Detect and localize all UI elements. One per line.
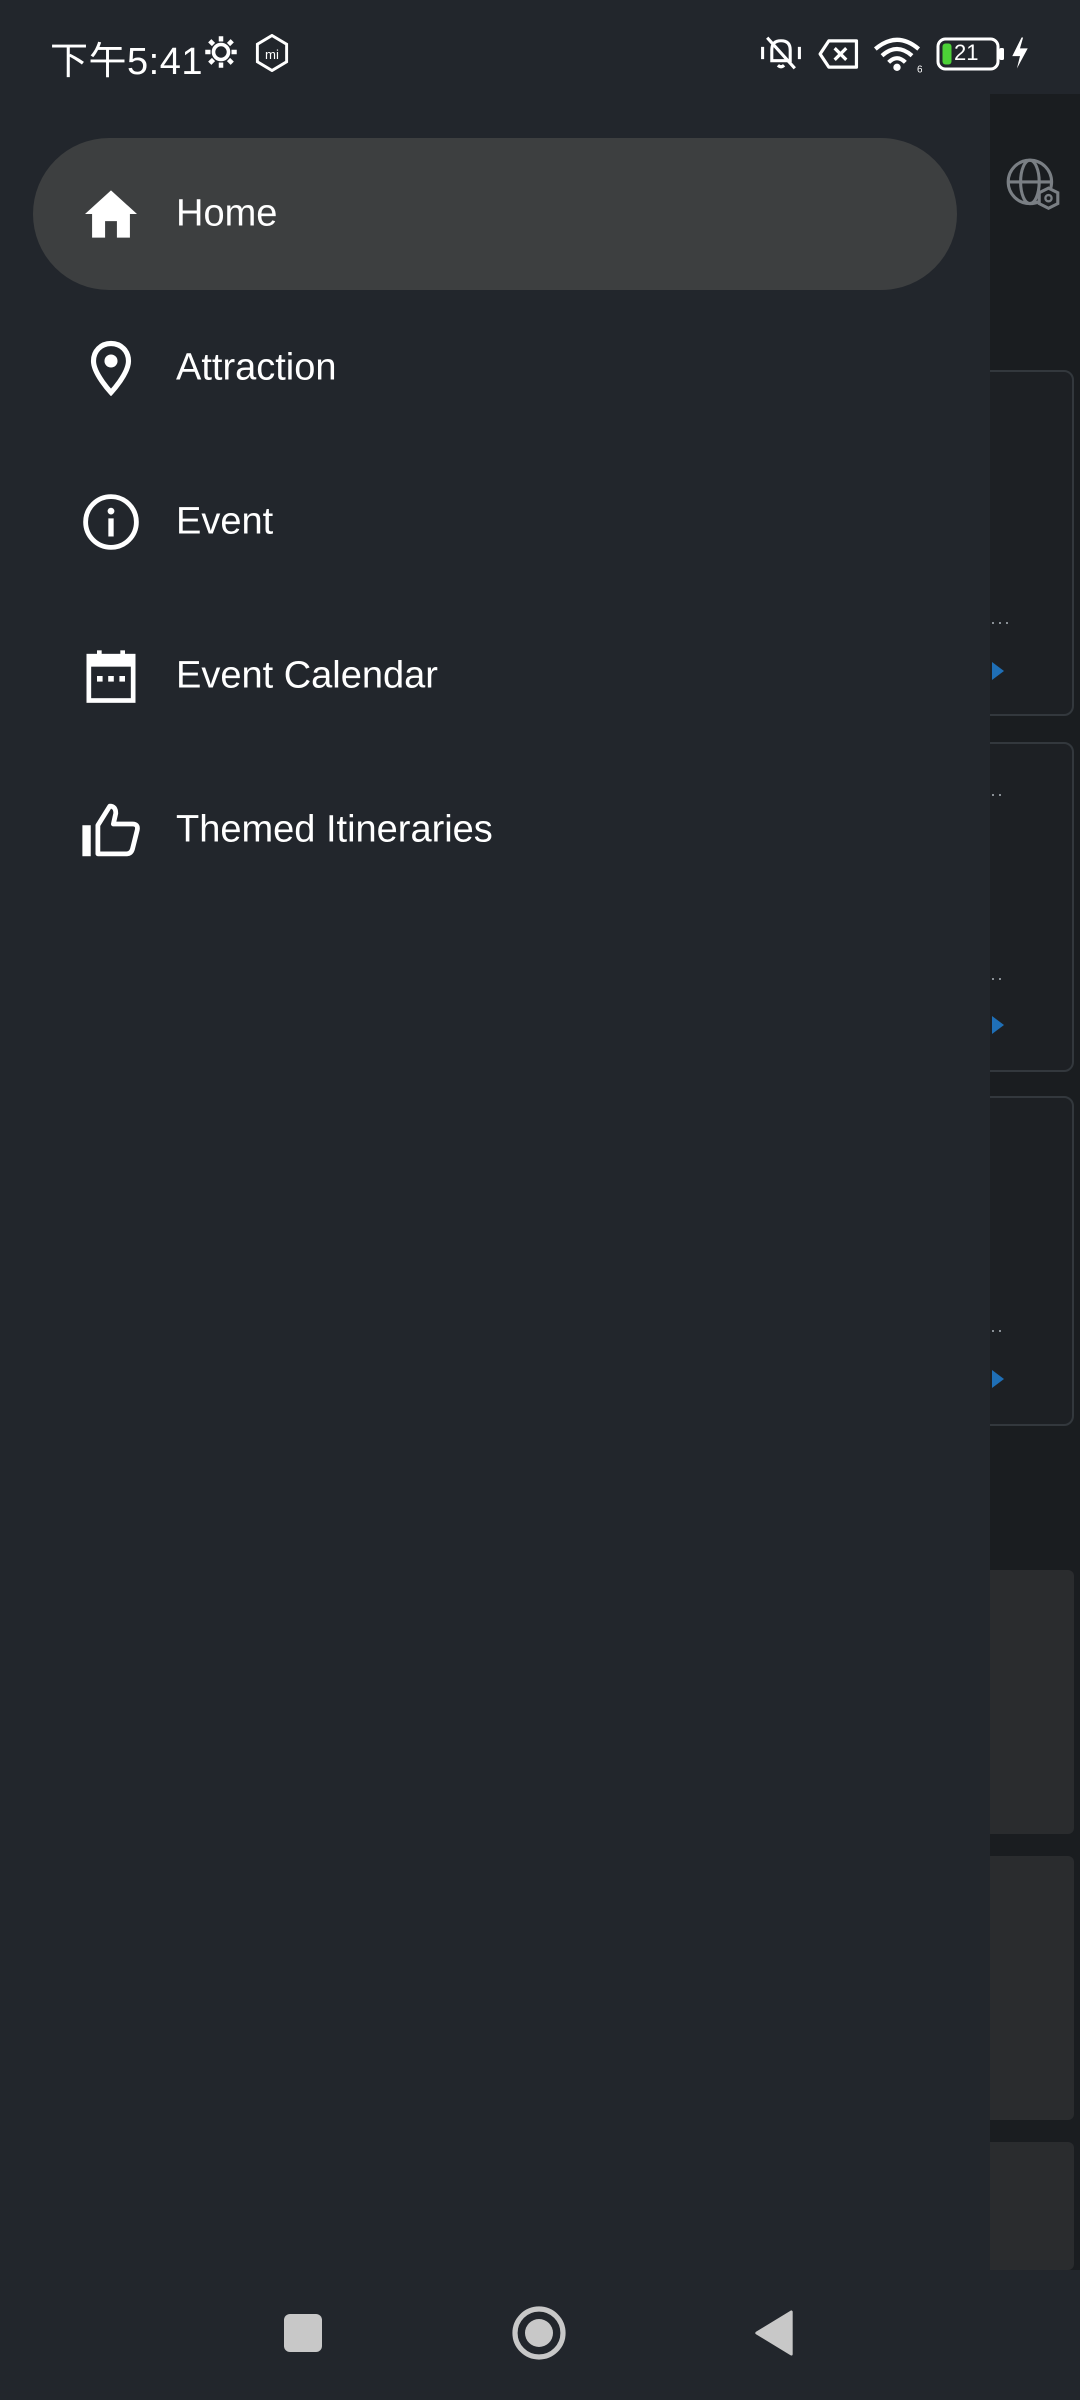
drawer-item-themed-itineraries[interactable]: Themed Itineraries: [33, 754, 957, 906]
drawer-item-label: Home: [176, 192, 278, 235]
mi-icon: mi: [254, 33, 290, 77]
svg-text:mi: mi: [265, 47, 279, 62]
vibrate-mute-icon: [758, 34, 804, 77]
home-icon: [79, 182, 143, 246]
background-more-dots: ··: [990, 968, 1004, 988]
system-navigation-bar: [0, 2270, 1080, 2400]
calendar-icon: [79, 644, 143, 708]
drawer-item-attraction[interactable]: Attraction: [33, 292, 957, 444]
drawer-item-label: Themed Itineraries: [176, 808, 493, 851]
info-icon: [79, 490, 143, 554]
background-arrow: [992, 1370, 1004, 1388]
drawer-item-label: Event Calendar: [176, 654, 438, 697]
charging-icon: [1010, 36, 1030, 75]
screen: 下午5:41 mi 6 21 ··· ··: [0, 0, 1080, 2400]
location-pin-icon: [79, 336, 143, 400]
background-block: [980, 1856, 1074, 2120]
background-more-dots: ··: [990, 784, 1004, 804]
svg-text:6: 6: [917, 64, 922, 74]
home-button[interactable]: [479, 2270, 599, 2400]
globe-settings-icon: [1002, 154, 1064, 221]
background-block: [980, 2142, 1074, 2270]
status-bar: 下午5:41 mi 6 21: [0, 0, 1080, 94]
drawer-item-label: Attraction: [176, 346, 337, 389]
background-more-dots: ···: [990, 612, 1011, 632]
navigation-drawer: Home Attraction Event Event Calendar The: [0, 94, 990, 2270]
recents-icon: [283, 2313, 323, 2358]
settings-gear-icon: [203, 34, 239, 75]
background-block: [980, 1570, 1074, 1834]
home-circle-icon: [511, 2305, 567, 2366]
background-arrow: [992, 662, 1004, 680]
drawer-item-label: Event: [176, 500, 274, 543]
background-app: ··· ·· ·· ··: [980, 94, 1080, 2270]
sim-error-icon: [818, 38, 860, 75]
wifi-icon: 6: [872, 34, 923, 79]
battery-level: 21: [954, 40, 979, 65]
battery-icon: 21: [936, 36, 1006, 77]
status-time: 下午5:41: [50, 41, 203, 83]
drawer-item-event[interactable]: Event: [33, 446, 957, 598]
recents-button[interactable]: [243, 2270, 363, 2400]
drawer-item-home[interactable]: Home: [33, 138, 957, 290]
back-button[interactable]: [714, 2270, 834, 2400]
thumbs-up-icon: [79, 798, 143, 862]
drawer-item-event-calendar[interactable]: Event Calendar: [33, 600, 957, 752]
background-arrow: [992, 1016, 1004, 1034]
back-triangle-icon: [754, 2309, 794, 2361]
background-more-dots: ··: [990, 1320, 1004, 1340]
